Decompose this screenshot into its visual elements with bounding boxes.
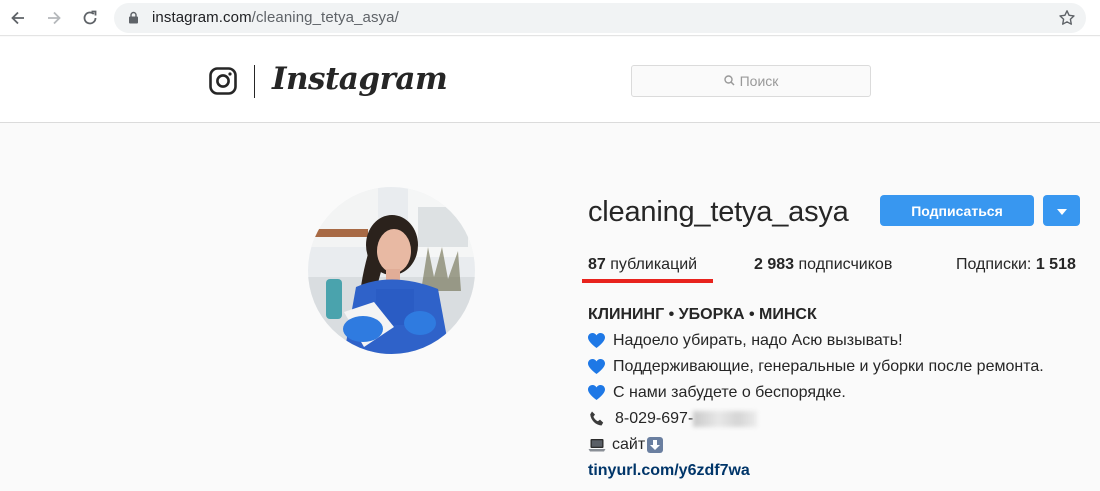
bio-name-line: КЛИНИНГ • УБОРКА • МИНСК bbox=[588, 306, 817, 323]
instagram-camera-icon[interactable] bbox=[209, 67, 237, 100]
bio-website-link[interactable]: tinyurl.com/y6zdf7wa bbox=[588, 460, 750, 482]
blue-heart-icon bbox=[588, 359, 605, 375]
forward-arrow-icon[interactable] bbox=[42, 6, 66, 30]
address-bar[interactable]: instagram.com/cleaning_tetya_asya/ bbox=[114, 3, 1086, 33]
bio-site-line: сайт bbox=[588, 432, 1098, 458]
bio-phone-line: 8-029-697- bbox=[588, 406, 1098, 432]
laptop-icon bbox=[588, 437, 606, 453]
suggestions-dropdown-button[interactable] bbox=[1043, 195, 1080, 226]
blue-heart-icon bbox=[588, 333, 605, 349]
profile-avatar[interactable] bbox=[308, 187, 475, 354]
bio-line-2: Поддерживающие, генеральные и уборки пос… bbox=[588, 354, 1098, 380]
followers-stat[interactable]: 2 983 подписчиков bbox=[754, 256, 892, 274]
search-icon bbox=[723, 73, 735, 89]
bookmark-star-icon[interactable] bbox=[1058, 9, 1076, 32]
browser-toolbar: instagram.com/cleaning_tetya_asya/ bbox=[0, 0, 1100, 36]
blue-heart-icon bbox=[588, 385, 605, 401]
down-arrow-icon bbox=[647, 437, 664, 453]
instagram-wordmark[interactable]: Instagram bbox=[272, 61, 448, 97]
lock-icon bbox=[128, 11, 139, 29]
header-divider bbox=[254, 65, 255, 98]
bio-line-3: С нами забудете о беспорядке. bbox=[588, 380, 1098, 406]
search-input[interactable]: Поиск bbox=[631, 65, 871, 97]
profile-username: cleaning_tetya_asya bbox=[588, 196, 849, 228]
bio-line-1: Надоело убирать, надо Асю вызывать! bbox=[588, 328, 1098, 354]
posts-stat: 87 публикаций bbox=[588, 256, 698, 273]
highlight-underline bbox=[582, 279, 713, 283]
caret-down-icon bbox=[1056, 203, 1067, 218]
reload-icon[interactable] bbox=[78, 6, 102, 30]
bio-link-line: tinyurl.com/y6zdf7wa bbox=[588, 458, 1098, 484]
following-stat[interactable]: Подписки: 1 518 bbox=[956, 256, 1076, 274]
url-text: instagram.com/cleaning_tetya_asya/ bbox=[152, 9, 399, 26]
instagram-header: Instagram Поиск bbox=[0, 37, 1100, 123]
back-arrow-icon[interactable] bbox=[6, 6, 30, 30]
blurred-phone-digits bbox=[693, 411, 758, 427]
profile-bio: КЛИНИНГ • УБОРКА • МИНСК Надоело убирать… bbox=[588, 302, 1098, 484]
search-placeholder: Поиск bbox=[739, 73, 779, 89]
phone-icon bbox=[588, 410, 606, 428]
follow-button[interactable]: Подписаться bbox=[880, 195, 1034, 226]
